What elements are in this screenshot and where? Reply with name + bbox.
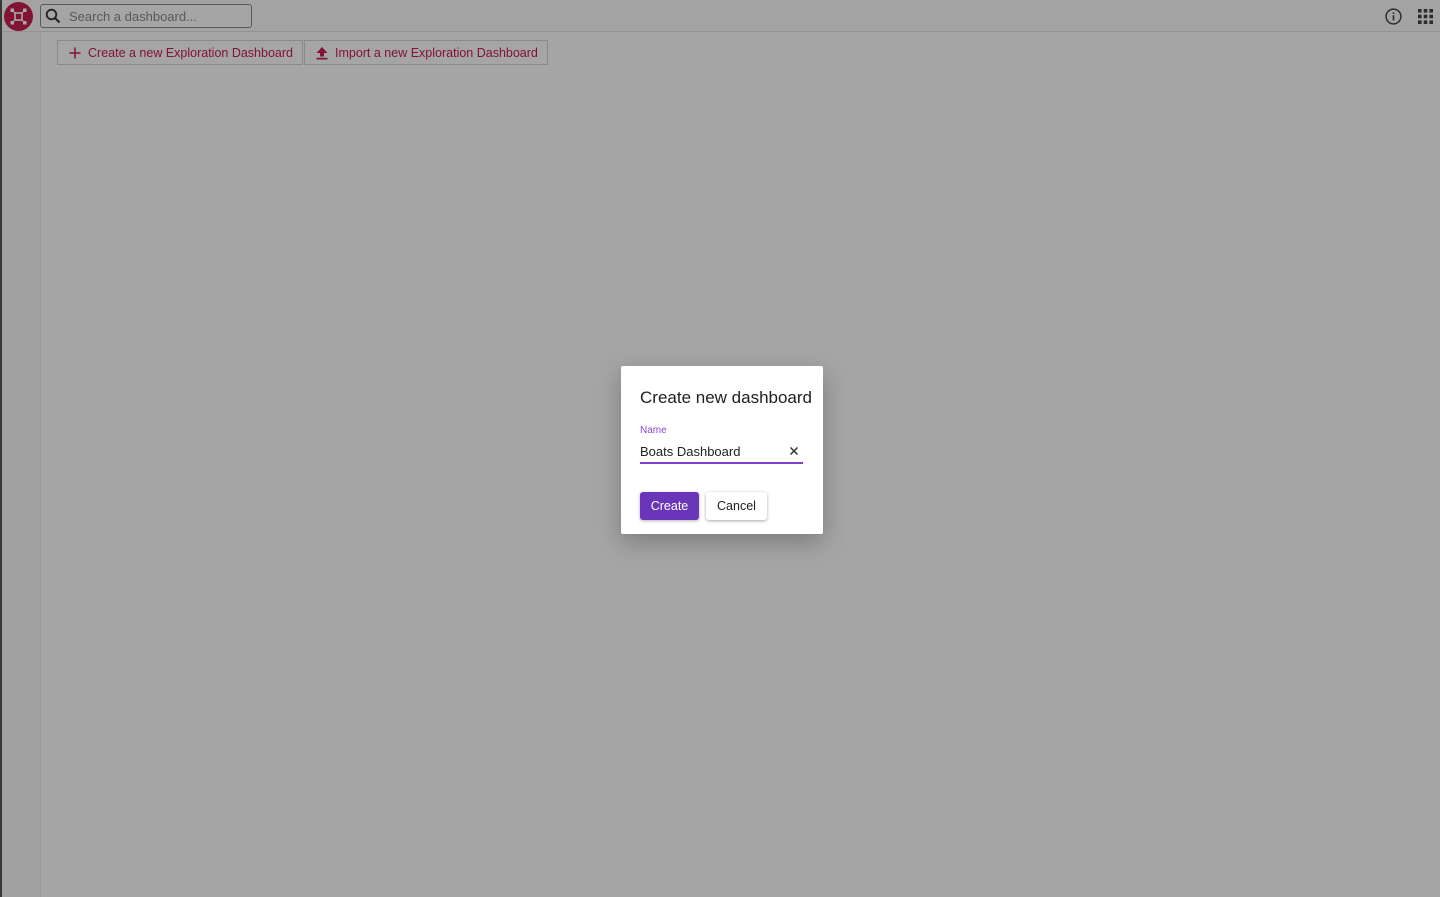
close-icon[interactable] <box>787 444 801 458</box>
dialog-title: Create new dashboard <box>640 388 813 407</box>
cancel-button[interactable]: Cancel <box>706 492 767 520</box>
name-input[interactable] <box>640 443 780 459</box>
create-dashboard-dialog: Create new dashboard Name Create Cancel <box>621 366 823 534</box>
name-field-label: Name <box>640 425 667 436</box>
create-button[interactable]: Create <box>640 492 699 520</box>
name-field[interactable] <box>640 440 803 464</box>
